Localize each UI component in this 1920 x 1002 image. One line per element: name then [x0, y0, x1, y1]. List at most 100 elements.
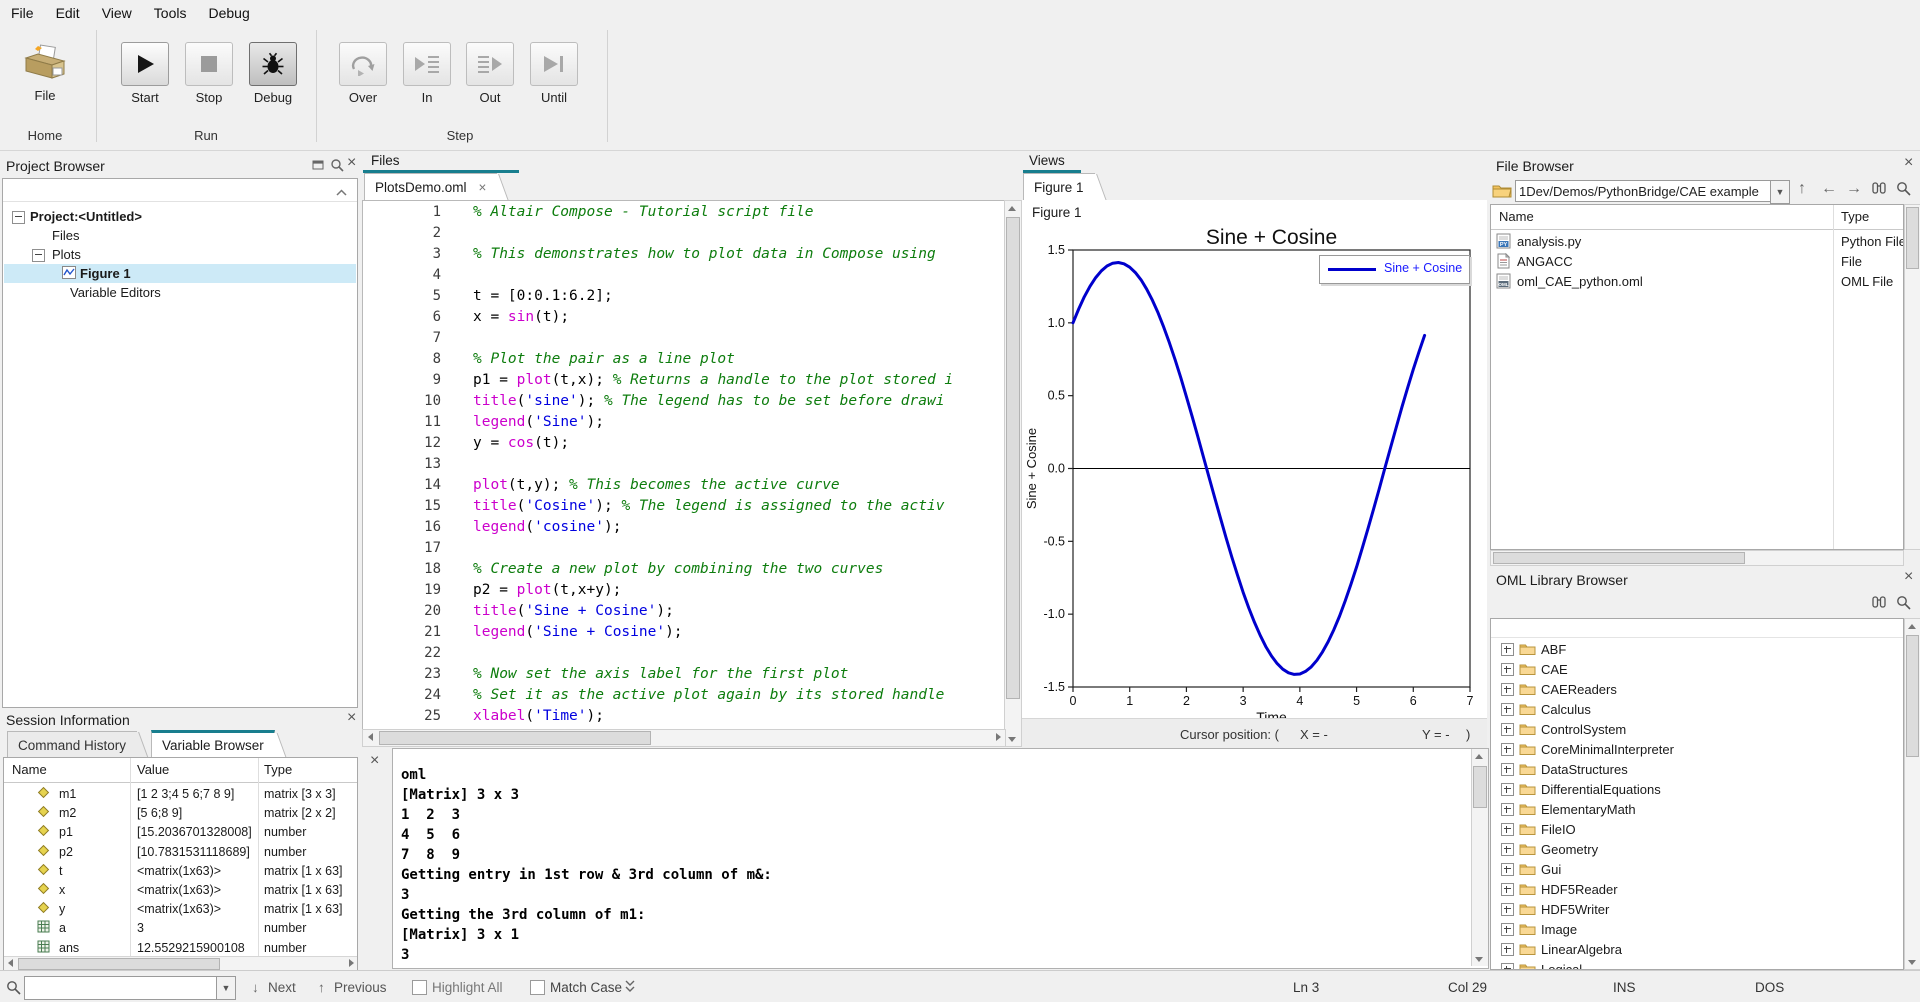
ribbon-button-out[interactable]: Out	[461, 42, 519, 105]
file-list-vscrollbar[interactable]	[1904, 204, 1920, 550]
oml-library-item-hdf5reader[interactable]: HDF5Reader	[1491, 879, 1903, 899]
variable-row-ans[interactable]: ans12.5529215900108number	[4, 938, 357, 957]
expander-plus-icon[interactable]	[1501, 883, 1514, 896]
menu-item-file[interactable]: File	[0, 1, 45, 25]
variable-row-p2[interactable]: p2[10.7831531118689]number	[4, 842, 357, 861]
oml-library-item-datastructures[interactable]: DataStructures	[1491, 759, 1903, 779]
editor-vscroll-thumb[interactable]	[1006, 217, 1020, 699]
expander-plus-icon[interactable]	[1501, 823, 1514, 836]
column-header-type[interactable]: Type	[264, 762, 292, 777]
ribbon-button-file[interactable]: File	[16, 42, 74, 103]
command-vscrollbar[interactable]	[1471, 749, 1488, 966]
oml-library-item-hdf5writer[interactable]: HDF5Writer	[1491, 899, 1903, 919]
project-tree-item-variable-editors[interactable]: Variable Editors	[4, 283, 356, 302]
oml-vscroll-thumb[interactable]	[1906, 635, 1919, 757]
file-row-oml-cae-python-oml[interactable]: OMLoml_CAE_python.omlOML File	[1491, 272, 1903, 292]
file-browser-close-icon[interactable]: ×	[1904, 157, 1913, 169]
oml-library-item-linearalgebra[interactable]: LinearAlgebra	[1491, 939, 1903, 959]
file-row-analysis-py[interactable]: PYanalysis.pyPython File	[1491, 232, 1903, 252]
oml-library-item-cae[interactable]: CAE	[1491, 659, 1903, 679]
expander-minus-icon[interactable]	[32, 249, 45, 262]
variable-row-m2[interactable]: m2[5 6;8 9]matrix [2 x 2]	[4, 803, 357, 822]
ribbon-button-stop[interactable]: Stop	[180, 42, 238, 105]
file-row-angacc[interactable]: ANGACCFile	[1491, 252, 1903, 272]
expander-plus-icon[interactable]	[1501, 763, 1514, 776]
expander-plus-icon[interactable]	[1501, 923, 1514, 936]
oml-library-item-fileio[interactable]: FileIO	[1491, 819, 1903, 839]
expander-plus-icon[interactable]	[1501, 703, 1514, 716]
scroll-right-arrow[interactable]	[991, 730, 1005, 744]
column-header-name[interactable]: Name	[12, 762, 47, 777]
next-arrow-icon[interactable]: ↓	[252, 980, 259, 995]
command-window[interactable]: oml[Matrix] 3 x 31 2 34 5 67 8 9Getting …	[392, 748, 1489, 969]
menu-item-debug[interactable]: Debug	[197, 1, 260, 25]
match-case-checkbox[interactable]	[530, 980, 545, 995]
oml-library-item-caereaders[interactable]: CAEReaders	[1491, 679, 1903, 699]
session-info-close-icon[interactable]: ×	[347, 712, 356, 724]
chart-legend[interactable]: Sine + Cosine	[1319, 255, 1470, 284]
menu-item-tools[interactable]: Tools	[143, 1, 198, 25]
column-header-name[interactable]: Name	[1499, 209, 1534, 224]
oml-library-item-calculus[interactable]: Calculus	[1491, 699, 1903, 719]
scroll-left-arrow[interactable]	[363, 730, 377, 744]
ribbon-button-in[interactable]: In	[398, 42, 456, 105]
expander-plus-icon[interactable]	[1501, 783, 1514, 796]
scroll-up-arrow[interactable]	[1472, 749, 1486, 763]
scroll-down-arrow[interactable]	[1905, 955, 1918, 969]
scroll-down-arrow[interactable]	[1005, 732, 1019, 746]
find-in-files-icon[interactable]	[1871, 181, 1887, 201]
highlight-all-label[interactable]: Highlight All	[432, 980, 503, 995]
editor-vscrollbar[interactable]	[1004, 200, 1022, 747]
variable-row-x[interactable]: x<matrix(1x63)>matrix [1 x 63]	[4, 880, 357, 899]
scroll-up-arrow[interactable]	[1905, 619, 1918, 633]
code-editor[interactable]: 1% Altair Compose - Tutorial script file…	[362, 200, 1006, 747]
figure-tab[interactable]: Figure 1	[1023, 173, 1095, 201]
figure-plot[interactable]: Sine + Cosine1.51.00.50.0-0.5-1.0-1.5012…	[1022, 226, 1487, 718]
scroll-up-arrow[interactable]	[1005, 201, 1019, 215]
scroll-right-arrow[interactable]	[345, 957, 357, 969]
tab-variable-browser[interactable]: Variable Browser	[151, 730, 275, 757]
oml-library-item-logical[interactable]: Logical	[1491, 959, 1903, 970]
project-tree-item-files[interactable]: Files	[4, 226, 356, 245]
expander-plus-icon[interactable]	[1501, 663, 1514, 676]
expander-plus-icon[interactable]	[1501, 843, 1514, 856]
oml-library-item-geometry[interactable]: Geometry	[1491, 839, 1903, 859]
back-icon[interactable]: ←	[1821, 180, 1837, 198]
project-tree-item-plots[interactable]: Plots	[4, 245, 356, 264]
session-hscrollbar[interactable]	[4, 956, 357, 971]
tab-command-history[interactable]: Command History	[7, 731, 137, 759]
column-header-value[interactable]: Value	[137, 762, 169, 777]
find-in-files-icon[interactable]	[1871, 595, 1887, 615]
variable-row-t[interactable]: t<matrix(1x63)>matrix [1 x 63]	[4, 861, 357, 880]
session-hscroll-thumb[interactable]	[18, 958, 220, 970]
oml-library-item-differentialequations[interactable]: DifferentialEquations	[1491, 779, 1903, 799]
ribbon-button-debug[interactable]: Debug	[244, 42, 302, 105]
find-next-button[interactable]: Next	[268, 980, 296, 995]
oml-library-item-controlsystem[interactable]: ControlSystem	[1491, 719, 1903, 739]
oml-library-item-abf[interactable]: ABF	[1491, 639, 1903, 659]
search-icon[interactable]	[1896, 181, 1911, 201]
project-tree-item-figure-1[interactable]: Figure 1	[4, 264, 356, 283]
tab-close-icon[interactable]: ×	[479, 180, 487, 195]
forward-icon[interactable]: →	[1846, 180, 1862, 198]
expander-plus-icon[interactable]	[1501, 903, 1514, 916]
expander-minus-icon[interactable]	[12, 211, 25, 224]
oml-vscrollbar[interactable]	[1904, 618, 1920, 970]
expander-plus-icon[interactable]	[1501, 643, 1514, 656]
search-icon[interactable]	[330, 158, 344, 177]
path-dropdown-icon[interactable]: ▼	[1770, 180, 1790, 204]
expander-plus-icon[interactable]	[1501, 963, 1514, 970]
expander-plus-icon[interactable]	[1501, 863, 1514, 876]
oml-library-close-icon[interactable]: ×	[1904, 571, 1913, 583]
file-list-vscroll-thumb[interactable]	[1906, 207, 1919, 269]
expander-plus-icon[interactable]	[1501, 723, 1514, 736]
find-previous-button[interactable]: Previous	[334, 980, 387, 995]
ribbon-button-start[interactable]: Start	[116, 42, 174, 105]
expander-plus-icon[interactable]	[1501, 943, 1514, 956]
variable-row-p1[interactable]: p1[15.2036701328008]number	[4, 822, 357, 841]
expander-plus-icon[interactable]	[1501, 683, 1514, 696]
path-input[interactable]	[1515, 180, 1773, 202]
scroll-left-arrow[interactable]	[4, 957, 16, 969]
match-case-label[interactable]: Match Case	[550, 980, 622, 995]
find-input[interactable]	[24, 976, 220, 1000]
